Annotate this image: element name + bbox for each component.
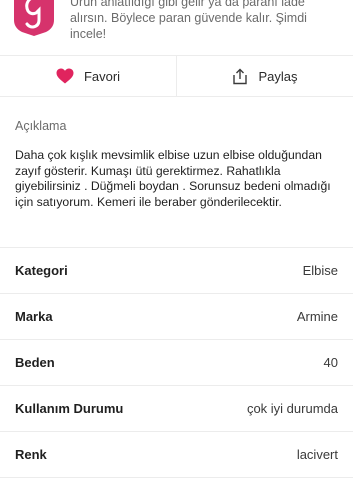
spec-row: Renk lacivert	[0, 432, 353, 478]
share-label: Paylaş	[258, 68, 298, 84]
action-bar: Favori Paylaş	[0, 55, 353, 97]
spec-list: Kategori Elbise Marka Armine Beden 40 Kullanım…	[0, 247, 353, 478]
guarantee-banner[interactable]: Ürün anlatıldığı gibi gelir ya da paranı…	[0, 0, 353, 44]
product-detail-page: Ürün anlatıldığı gibi gelir ya da paranı…	[0, 0, 353, 490]
favorite-label: Favori	[83, 68, 121, 84]
description-section: Açıklama Daha çok kışlık mevsimlik elbis…	[0, 108, 353, 247]
spec-label: Beden	[15, 355, 55, 370]
share-button[interactable]: Paylaş	[176, 56, 353, 96]
banner-line: alırsın. Böylece paran güvende kalır. Şi…	[70, 11, 307, 25]
heart-icon	[56, 68, 74, 84]
shield-g-logo-icon	[14, 0, 54, 36]
banner-line: incele!	[70, 27, 107, 41]
spec-label: Marka	[15, 309, 53, 324]
spec-row: Beden 40	[0, 340, 353, 386]
share-icon	[232, 68, 248, 85]
section-gap	[0, 97, 353, 107]
description-text: Daha çok kışlık mevsimlik elbise uzun el…	[15, 148, 331, 209]
spec-value: çok iyi durumda	[246, 401, 338, 416]
banner-text: Ürün anlatıldığı gibi gelir ya da paranı…	[70, 0, 340, 42]
favorite-button[interactable]: Favori	[0, 56, 176, 96]
spec-row: Kullanım Durumu çok iyi durumda	[0, 386, 353, 432]
banner-line: Ürün anlatıldığı gibi gelir ya da paranı…	[70, 0, 305, 9]
spec-row: Marka Armine	[0, 294, 353, 340]
spec-row: Kategori Elbise	[0, 248, 353, 294]
spec-label: Kullanım Durumu	[15, 401, 124, 416]
spec-value: Elbise	[302, 263, 338, 278]
spec-value: 40	[323, 355, 338, 370]
spec-value: Armine	[296, 309, 338, 324]
description-heading: Açıklama	[15, 119, 67, 133]
spec-label: Kategori	[15, 263, 68, 278]
spec-value: lacivert	[296, 447, 338, 462]
spec-label: Renk	[15, 447, 47, 462]
